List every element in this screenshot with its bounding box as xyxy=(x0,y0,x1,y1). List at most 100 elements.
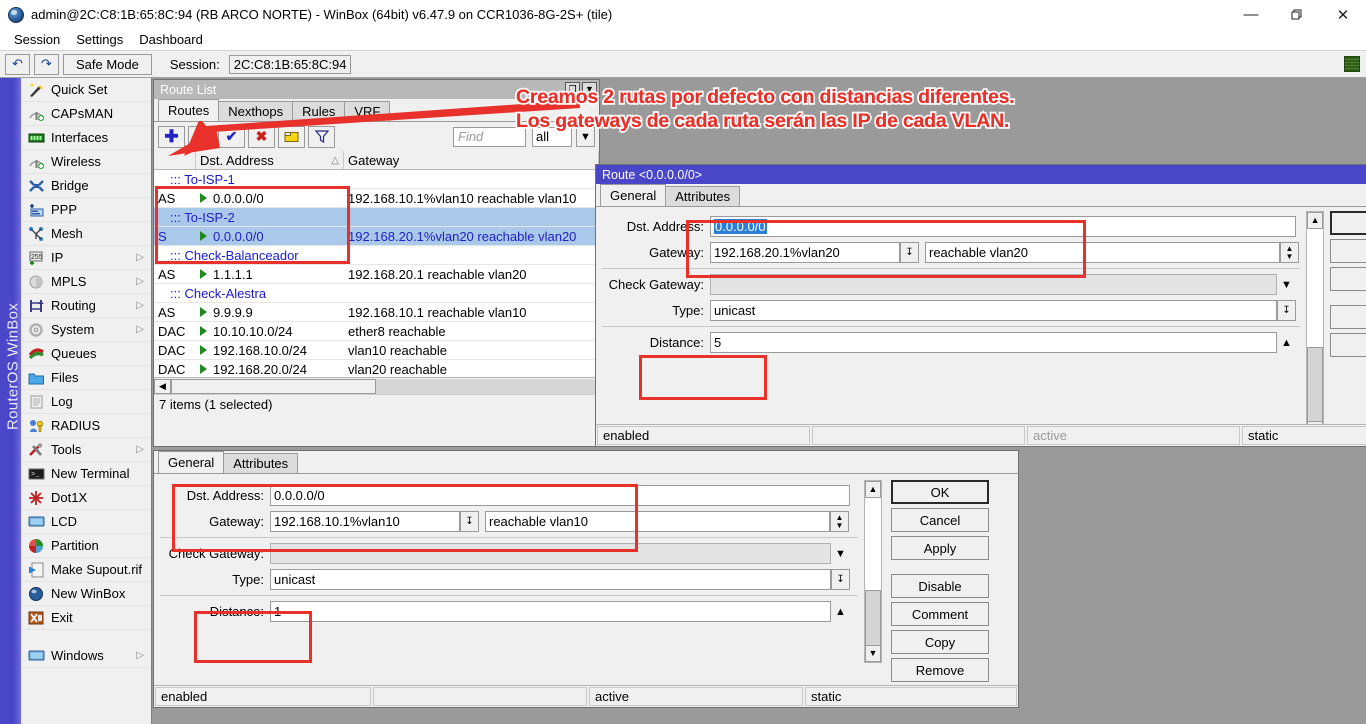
sidebar-item-new-winbox[interactable]: New WinBox xyxy=(21,582,151,606)
sidebar-item-interfaces[interactable]: Interfaces xyxy=(21,126,151,150)
vscroll-down-icon[interactable]: ▼ xyxy=(865,645,881,662)
sidebar-item-queues[interactable]: Queues xyxy=(21,342,151,366)
vscroll-up-icon[interactable]: ▲ xyxy=(1307,212,1323,229)
apply-button[interactable]: Apply xyxy=(891,536,989,560)
sidebar-item-new-terminal[interactable]: >_New Terminal xyxy=(21,462,151,486)
gateway-input[interactable]: 192.168.20.1%vlan20 xyxy=(710,242,900,263)
gateway-chevron-down-icon[interactable]: ↧ xyxy=(460,511,479,532)
hscroll-thumb[interactable] xyxy=(171,379,376,394)
type-chevron-down-icon[interactable]: ↧ xyxy=(831,569,850,590)
sidebar-item-make-supout-rif[interactable]: Make Supout.rif xyxy=(21,558,151,582)
sidebar-item-routing[interactable]: Routing▷ xyxy=(21,294,151,318)
vscroll-track[interactable] xyxy=(1307,229,1323,421)
gateway-add-remove-spinner[interactable]: ▲▼ xyxy=(830,511,849,532)
distance-spinner-up-icon[interactable]: ▲ xyxy=(1277,332,1296,353)
type-input[interactable]: unicast xyxy=(270,569,831,590)
table-row[interactable]: AS1.1.1.1192.168.20.1 reachable vlan20 xyxy=(154,265,599,284)
table-row[interactable]: DAC192.168.10.0/24vlan10 reachable xyxy=(154,341,599,360)
disable-button[interactable]: ✖ xyxy=(248,126,275,148)
route-list-tab-vrf[interactable]: VRF xyxy=(344,101,390,121)
column-flags[interactable] xyxy=(154,151,196,169)
check-gateway-input[interactable] xyxy=(710,274,1277,295)
route-dialog-top-tab-attributes[interactable]: Attributes xyxy=(665,186,740,206)
column-gateway[interactable]: Gateway xyxy=(344,151,599,169)
route-dialog-top-tab-general[interactable]: General xyxy=(600,184,666,206)
route-list-tab-rules[interactable]: Rules xyxy=(292,101,345,121)
cancel-button[interactable]: Cancel xyxy=(891,508,989,532)
disable-button-top[interactable] xyxy=(1330,305,1366,329)
route-list-tab-nexthops[interactable]: Nexthops xyxy=(218,101,293,121)
sidebar-item-files[interactable]: Files xyxy=(21,366,151,390)
check-gateway-chevron-down-icon[interactable]: ▼ xyxy=(831,543,850,564)
sidebar-item-radius[interactable]: RADIUS xyxy=(21,414,151,438)
comment-button[interactable]: Comment xyxy=(891,602,989,626)
dst-address-input[interactable]: 0.0.0.0/0 xyxy=(710,216,1296,237)
table-row[interactable]: DAC192.168.20.0/24vlan20 reachable xyxy=(154,360,599,377)
route-dialog-top-titlebar[interactable]: Route <0.0.0.0/0> xyxy=(596,165,1366,184)
sidebar-item-quick-set[interactable]: Quick Set xyxy=(21,78,151,102)
sidebar-item-system[interactable]: System▷ xyxy=(21,318,151,342)
maximize-button[interactable] xyxy=(1274,0,1320,29)
table-row[interactable]: ::: To-ISP-2 xyxy=(154,208,599,227)
gateway-chevron-down-icon[interactable]: ↧ xyxy=(900,242,919,263)
sidebar-item-bridge[interactable]: Bridge xyxy=(21,174,151,198)
sidebar-item-ppp[interactable]: PPP xyxy=(21,198,151,222)
vscroll-up-icon[interactable]: ▲ xyxy=(865,481,881,498)
check-gateway-input[interactable] xyxy=(270,543,831,564)
distance-input[interactable]: 5 xyxy=(710,332,1277,353)
ok-button[interactable]: OK xyxy=(891,480,989,504)
sidebar-item-dot1x[interactable]: Dot1X xyxy=(21,486,151,510)
session-value[interactable]: 2C:C8:1B:65:8C:94 xyxy=(229,55,352,74)
hscroll-track[interactable] xyxy=(376,379,599,394)
gateway-input[interactable]: 192.168.10.1%vlan10 xyxy=(270,511,460,532)
vscroll-track[interactable] xyxy=(865,498,881,645)
cancel-button-top[interactable] xyxy=(1330,239,1366,263)
column-dst-address[interactable]: Dst. Address △ xyxy=(196,151,344,169)
gateway-add-remove-spinner[interactable]: ▲▼ xyxy=(1280,242,1299,263)
add-button[interactable]: ✚ xyxy=(158,126,185,148)
sidebar-item-exit[interactable]: Exit xyxy=(21,606,151,630)
route-dialog-bottom-tab-attributes[interactable]: Attributes xyxy=(223,453,298,473)
menu-settings[interactable]: Settings xyxy=(68,30,131,49)
hscroll-left-icon[interactable]: ◀ xyxy=(154,379,171,394)
comment-button-top[interactable] xyxy=(1330,333,1366,357)
sidebar-item-mpls[interactable]: MPLS▷ xyxy=(21,270,151,294)
disable-button[interactable]: Disable xyxy=(891,574,989,598)
sidebar-item-windows[interactable]: Windows▷ xyxy=(21,644,151,668)
apply-button-top[interactable] xyxy=(1330,267,1366,291)
vscroll-thumb[interactable] xyxy=(1307,347,1323,422)
comment-button[interactable] xyxy=(278,126,305,148)
distance-spinner-up-icon[interactable]: ▲ xyxy=(831,601,850,622)
sidebar-item-lcd[interactable]: LCD xyxy=(21,510,151,534)
type-chevron-down-icon[interactable]: ↧ xyxy=(1277,300,1296,321)
enable-button[interactable]: ✔ xyxy=(218,126,245,148)
route-dialog-bottom-vscrollbar[interactable]: ▲ ▼ xyxy=(864,480,882,663)
route-dialog-bottom-tab-general[interactable]: General xyxy=(158,451,224,473)
sidebar-item-mesh[interactable]: Mesh xyxy=(21,222,151,246)
undo-icon[interactable]: ↶ xyxy=(5,54,30,75)
close-button[interactable]: ✕ xyxy=(1320,0,1366,29)
remove-button[interactable]: ─ xyxy=(188,126,215,148)
ok-button-top[interactable] xyxy=(1330,211,1366,235)
distance-input[interactable]: 1 xyxy=(270,601,831,622)
route-list-tab-routes[interactable]: Routes xyxy=(158,99,219,121)
table-row[interactable]: S0.0.0.0/0192.168.20.1%vlan20 reachable … xyxy=(154,227,599,246)
table-row[interactable]: ::: Check-Alestra xyxy=(154,284,599,303)
table-row[interactable]: DAC10.10.10.0/24ether8 reachable xyxy=(154,322,599,341)
sidebar-item-partition[interactable]: Partition xyxy=(21,534,151,558)
table-row[interactable]: AS9.9.9.9192.168.10.1 reachable vlan10 xyxy=(154,303,599,322)
redo-icon[interactable]: ↷ xyxy=(34,54,59,75)
remove-button[interactable]: Remove xyxy=(891,658,989,682)
route-dialog-top-vscrollbar[interactable]: ▲ ▼ xyxy=(1306,211,1324,439)
menu-dashboard[interactable]: Dashboard xyxy=(131,30,211,49)
route-table-hscrollbar[interactable]: ◀ xyxy=(154,377,599,394)
sidebar-item-capsman[interactable]: CAPsMAN xyxy=(21,102,151,126)
table-row[interactable]: AS0.0.0.0/0192.168.10.1%vlan10 reachable… xyxy=(154,189,599,208)
filter-button[interactable] xyxy=(308,126,335,148)
table-row[interactable]: ::: To-ISP-1 xyxy=(154,170,599,189)
menu-session[interactable]: Session xyxy=(6,30,68,49)
type-input[interactable]: unicast xyxy=(710,300,1277,321)
safe-mode-button[interactable]: Safe Mode xyxy=(63,54,152,75)
sidebar-item-tools[interactable]: Tools▷ xyxy=(21,438,151,462)
vscroll-thumb[interactable] xyxy=(865,590,881,646)
